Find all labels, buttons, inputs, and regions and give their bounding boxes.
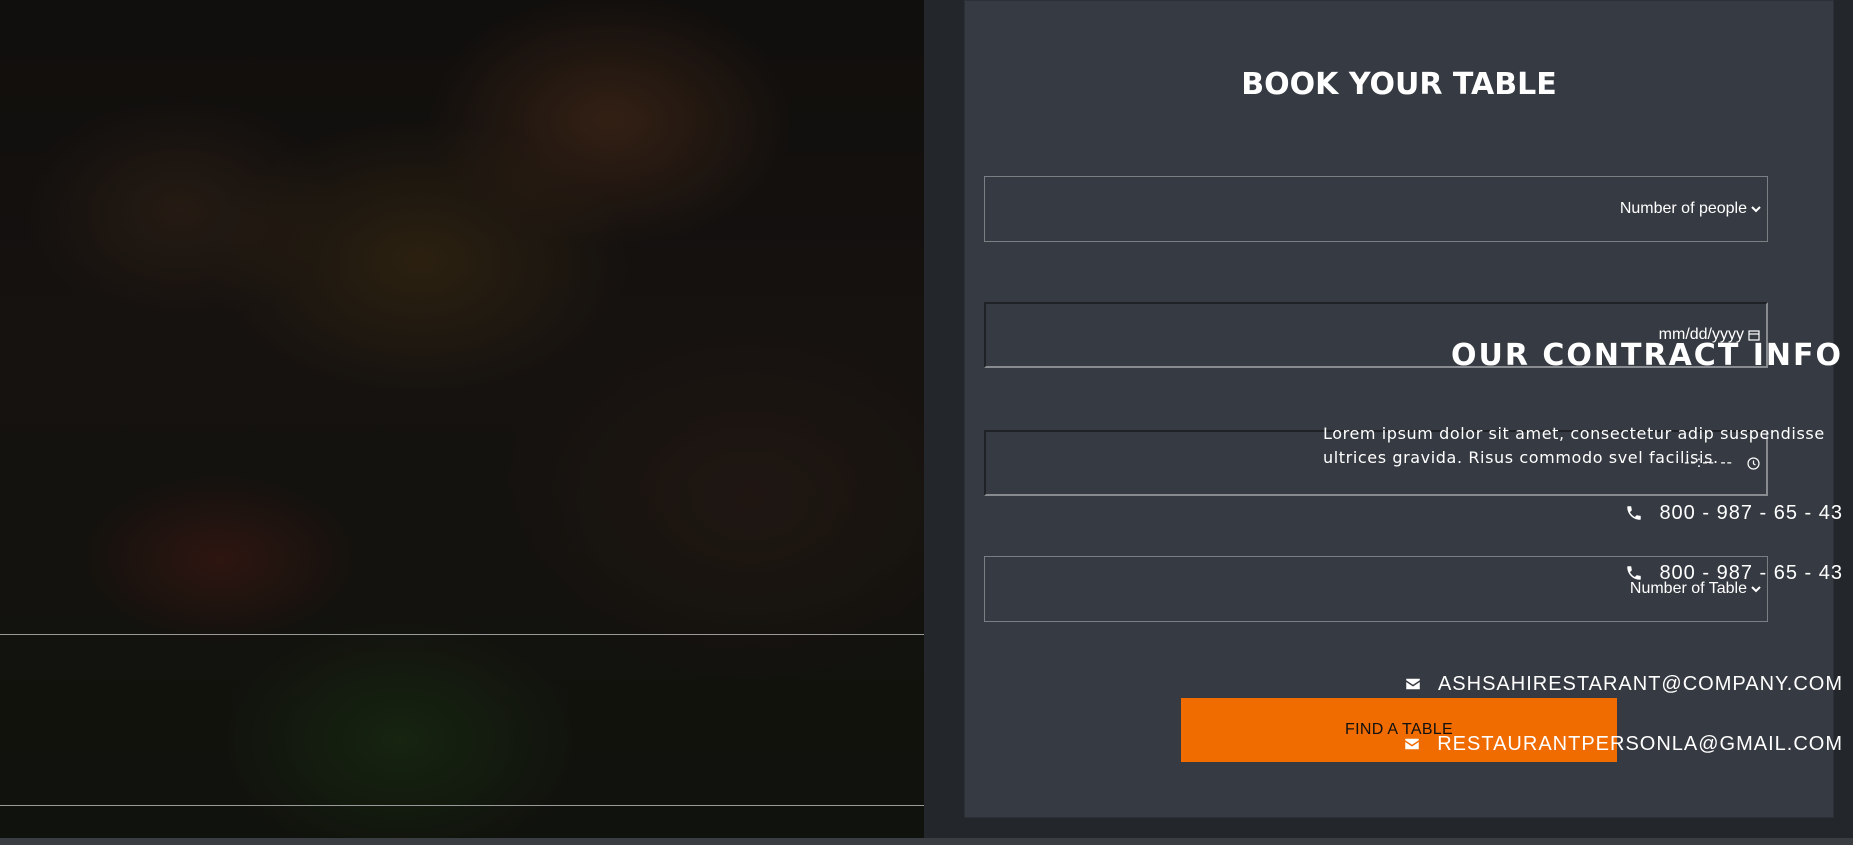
phone-number: 800 - 987 - 65 - 43 [1659,502,1843,524]
phone-row[interactable]: 800 - 987 - 65 - 43 [1625,502,1843,525]
chevron-down-icon [1751,584,1761,594]
divider [0,634,924,635]
hero-background [0,0,924,845]
envelope-icon [1403,735,1423,755]
email-address: RESTAURANTPERSONLA@GMAIL.COM [1437,733,1843,755]
phone-icon [1625,504,1645,524]
email-row[interactable]: ASHSAHIRESTARANT@COMPANY.COM [1404,673,1843,696]
email-address: ASHSAHIRESTARANT@COMPANY.COM [1437,673,1843,695]
contact-info: OUR CONTRACT INFO Lorem ipsum dolor sit … [1243,330,1843,470]
bottom-divider [0,838,1853,845]
chevron-down-icon [1751,204,1761,214]
contact-title: OUR CONTRACT INFO [1450,338,1843,373]
booking-title: BOOK YOUR TABLE [1241,67,1557,102]
people-select[interactable]: Number of people [984,176,1768,242]
divider [0,805,924,806]
phone-icon [1625,564,1645,584]
envelope-icon [1404,675,1424,695]
people-select-value: Number of people [1619,200,1747,217]
email-row[interactable]: RESTAURANTPERSONLA@GMAIL.COM [1403,733,1843,756]
phone-row[interactable]: 800 - 987 - 65 - 43 [1625,562,1843,585]
contact-description: Lorem ipsum dolor sit amet, consectetur … [1323,424,1825,467]
phone-number: 800 - 987 - 65 - 43 [1659,562,1843,584]
